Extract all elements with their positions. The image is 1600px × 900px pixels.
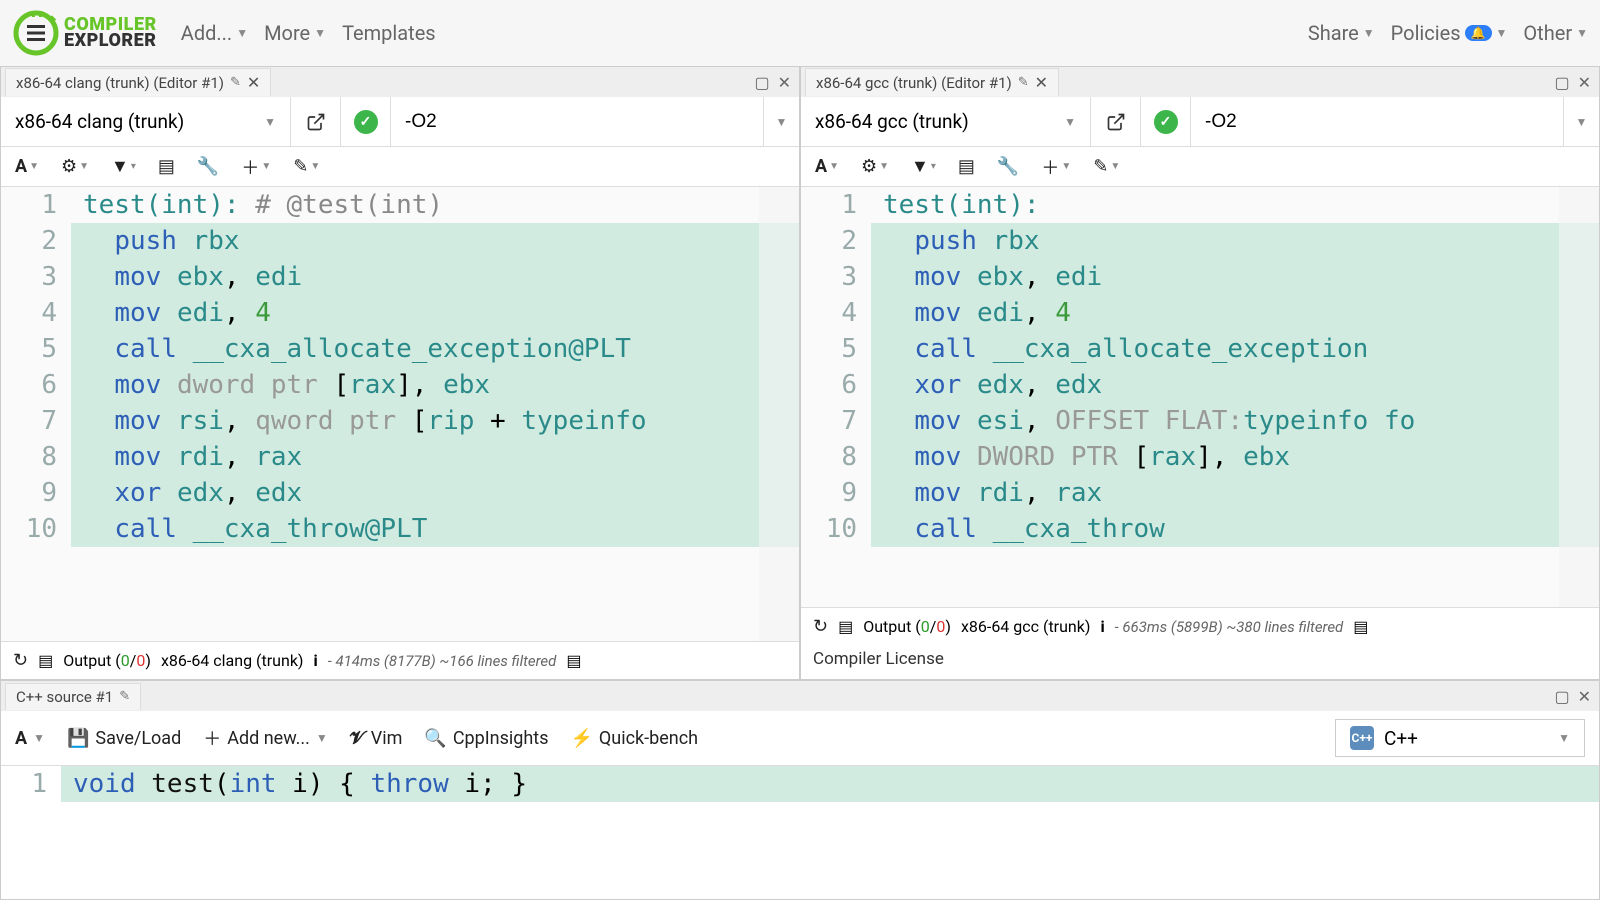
saveload-button[interactable]: 💾 Save/Load xyxy=(67,728,181,749)
close-pane-icon[interactable]: ✕ xyxy=(774,73,795,92)
quickbench-button[interactable]: ⚡ Quick-bench xyxy=(570,728,698,749)
book-icon[interactable]: ▤ xyxy=(958,156,975,177)
bell-icon: 🔔 xyxy=(1465,25,1492,41)
pencil-icon[interactable]: ✎ xyxy=(119,689,130,704)
external-link-icon[interactable] xyxy=(1091,97,1141,146)
timing-left: - 414ms (8177B) ~166 lines filtered xyxy=(328,652,557,670)
compiler-license[interactable]: Compiler License xyxy=(801,645,1599,679)
close-icon[interactable]: ✕ xyxy=(247,73,260,92)
info-icon[interactable]: i xyxy=(314,651,318,670)
cpp-icon: C++ xyxy=(1350,726,1374,750)
output-icon[interactable]: ▤ xyxy=(838,617,853,636)
font-icon[interactable]: A▼ xyxy=(815,156,839,177)
pencil-icon[interactable]: ✎ xyxy=(1018,75,1029,90)
chart-icon[interactable]: ▤ xyxy=(566,651,581,670)
font-icon[interactable]: A▼ xyxy=(15,728,45,749)
plus-icon[interactable]: ＋▼ xyxy=(241,154,271,180)
status-ok-right: ✓ xyxy=(1141,97,1191,146)
tab-right[interactable]: x86-64 gcc (trunk) (Editor #1) ✎ ✕ xyxy=(805,68,1059,96)
close-pane-icon[interactable]: ✕ xyxy=(1574,73,1595,92)
maximize-icon[interactable]: ▢ xyxy=(1550,687,1573,706)
flags-dropdown[interactable]: ▼ xyxy=(763,97,799,146)
logo-icon xyxy=(12,9,60,57)
wrench-icon[interactable]: 🔧 xyxy=(997,156,1019,177)
info-icon[interactable]: i xyxy=(1100,617,1104,636)
status-ok-left: ✓ xyxy=(341,97,391,146)
flags-input-left[interactable] xyxy=(391,97,763,146)
tab-source[interactable]: C++ source #1 ✎ xyxy=(5,683,141,710)
chart-icon[interactable]: ▤ xyxy=(1353,617,1368,636)
compiler-pane-right: x86-64 gcc (trunk) (Editor #1) ✎ ✕ ▢ ✕ x… xyxy=(800,66,1600,680)
output-label[interactable]: Output (0/0) xyxy=(863,617,951,636)
close-icon[interactable]: ✕ xyxy=(1035,73,1048,92)
timing-right: - 663ms (5899B) ~380 lines filtered xyxy=(1115,618,1344,636)
wrench-icon[interactable]: 🔧 xyxy=(197,156,219,177)
language-select[interactable]: C++C++ ▼ xyxy=(1335,719,1585,757)
pencil-icon[interactable]: ✎ xyxy=(230,75,241,90)
nav-share[interactable]: Share▼ xyxy=(1308,21,1375,45)
asm-editor-left[interactable]: 12345678910 test(int): # @test(int) push… xyxy=(1,187,799,641)
addnew-button[interactable]: ＋ Add new... ▼ xyxy=(203,725,328,751)
maximize-icon[interactable]: ▢ xyxy=(750,73,773,92)
nav-other[interactable]: Other▼ xyxy=(1523,21,1588,45)
source-pane: C++ source #1 ✎ ▢ ✕ A▼ 💾 Save/Load ＋ Add… xyxy=(0,680,1600,900)
nav-templates[interactable]: Templates xyxy=(342,21,436,45)
external-link-icon[interactable] xyxy=(291,97,341,146)
wand-icon[interactable]: ✎▼ xyxy=(1093,156,1120,177)
flags-input-right[interactable] xyxy=(1191,97,1563,146)
plus-icon[interactable]: ＋▼ xyxy=(1041,154,1071,180)
minimap[interactable] xyxy=(1559,187,1599,607)
navbar: COMPILER EXPLORER Add...▼ More▼ Template… xyxy=(0,0,1600,66)
nav-policies[interactable]: Policies 🔔 ▼ xyxy=(1391,21,1508,45)
cppinsights-button[interactable]: 🔍 CppInsights xyxy=(424,728,548,749)
toolbar-left: A▼ ⚙▼ ▼▾ ▤ 🔧 ＋▼ ✎▼ xyxy=(1,147,799,187)
reload-icon[interactable]: ↻ xyxy=(813,616,828,637)
vim-button[interactable]: 𝓥 Vim xyxy=(350,728,403,749)
compiler-select-right[interactable]: x86-64 gcc (trunk)▼ xyxy=(801,97,1091,146)
compiler-name: x86-64 clang (trunk) xyxy=(161,651,304,670)
gear-icon[interactable]: ⚙▼ xyxy=(61,156,89,177)
asm-editor-right[interactable]: 12345678910 test(int): push rbx mov ebx,… xyxy=(801,187,1599,607)
flags-dropdown[interactable]: ▼ xyxy=(1563,97,1599,146)
reload-icon[interactable]: ↻ xyxy=(13,650,28,671)
toolbar-right: A▼ ⚙▼ ▼▾ ▤ 🔧 ＋▼ ✎▼ xyxy=(801,147,1599,187)
logo[interactable]: COMPILER EXPLORER xyxy=(12,9,157,57)
nav-add[interactable]: Add...▼ xyxy=(181,21,248,45)
minimap[interactable] xyxy=(759,187,799,641)
gear-icon[interactable]: ⚙▼ xyxy=(861,156,889,177)
book-icon[interactable]: ▤ xyxy=(158,156,175,177)
compiler-pane-left: x86-64 clang (trunk) (Editor #1) ✎ ✕ ▢ ✕… xyxy=(0,66,800,680)
filter-icon[interactable]: ▼▾ xyxy=(911,156,936,177)
output-label[interactable]: Output (0/0) xyxy=(63,651,151,670)
logo-text: COMPILER EXPLORER xyxy=(64,17,157,49)
close-pane-icon[interactable]: ✕ xyxy=(1574,687,1595,706)
maximize-icon[interactable]: ▢ xyxy=(1550,73,1573,92)
compiler-name: x86-64 gcc (trunk) xyxy=(961,617,1090,636)
tab-left[interactable]: x86-64 clang (trunk) (Editor #1) ✎ ✕ xyxy=(5,68,271,96)
wand-icon[interactable]: ✎▼ xyxy=(293,156,320,177)
compiler-select-left[interactable]: x86-64 clang (trunk)▼ xyxy=(1,97,291,146)
filter-icon[interactable]: ▼▾ xyxy=(111,156,136,177)
font-icon[interactable]: A▼ xyxy=(15,156,39,177)
nav-more[interactable]: More▼ xyxy=(264,21,326,45)
source-editor[interactable]: 1 void test(int i) { throw i; } xyxy=(1,766,1599,899)
output-icon[interactable]: ▤ xyxy=(38,651,53,670)
